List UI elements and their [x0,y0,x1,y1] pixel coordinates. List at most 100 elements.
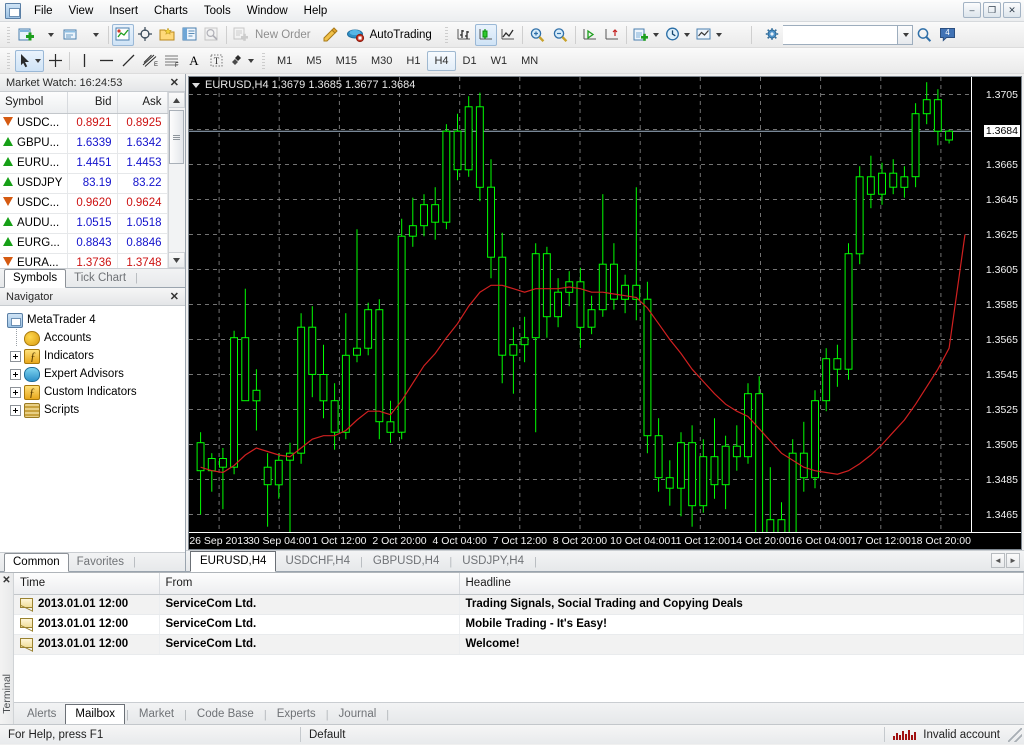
auto-scroll-button[interactable] [579,24,601,46]
chart-window[interactable]: EURUSD,H4 1.3679 1.3685 1.3677 1.3684 1.… [188,76,1022,550]
navigator-button[interactable] [156,24,179,46]
menu-item-window[interactable]: Window [239,2,296,20]
candlestick-chart-button[interactable] [474,23,497,46]
mailbox-list[interactable]: Time From Headline 2013.01.01 12:00 Servi… [14,573,1024,703]
chart-shift-button[interactable] [601,24,623,46]
resize-grip[interactable] [1008,727,1022,742]
status-connection[interactable]: Invalid account [885,725,1008,745]
symbol-cell[interactable]: EURG... [0,233,68,254]
vertical-line-tool-button[interactable] [73,50,95,72]
market-watch-scrollbar[interactable] [167,92,185,268]
bar-chart-button[interactable] [453,24,475,46]
period-select-button[interactable] [662,24,693,46]
notifications-icon[interactable]: 4 [936,24,959,46]
symbol-cell[interactable]: USDC... [0,113,68,134]
column-header-ask[interactable]: Ask [117,92,168,114]
expand-icon[interactable] [10,368,21,380]
period-h4-button[interactable]: H4 [427,50,456,71]
symbol-cell[interactable]: EURU... [0,153,68,174]
tree-root-metatrader[interactable]: MetaTrader 4 [6,311,185,329]
zoom-in-button[interactable] [526,24,549,46]
chart-tab-scroll-right[interactable]: ► [1006,553,1020,568]
period-m15-button[interactable]: M15 [329,51,364,71]
period-mn-button[interactable]: MN [514,51,545,71]
table-row[interactable]: EURG... 0.8843 0.8846 [0,233,168,254]
menu-item-file[interactable]: File [26,2,61,20]
minimize-button[interactable]: – [963,2,981,18]
expand-icon[interactable] [10,350,21,362]
column-header-from[interactable]: From [159,573,460,595]
period-d1-button[interactable]: D1 [456,51,484,71]
scroll-up-icon[interactable] [168,92,185,108]
table-row[interactable]: USDC... 0.8921 0.8925 [0,113,168,134]
symbol-cell[interactable]: EURA... [0,253,68,268]
tab-favorites[interactable]: Favorites [69,554,132,571]
time-axis[interactable]: 26 Sep 2013 30 Sep 04:00 1 Oct 12:00 2 Oct … [189,532,1021,549]
period-w1-button[interactable]: W1 [484,51,515,71]
text-tool-button[interactable]: A [183,50,205,72]
profiles-button[interactable] [60,24,83,46]
scroll-down-icon[interactable] [168,252,185,268]
market-watch-close-icon[interactable]: ✕ [168,76,181,89]
toolbar-grip-4[interactable] [260,50,267,71]
table-row[interactable]: EURA... 1.3736 1.3748 [0,253,168,268]
column-header-time[interactable]: Time [14,573,160,595]
toolbar-grip[interactable] [5,24,12,45]
menu-item-view[interactable]: View [61,2,102,20]
navigator-item-indicators[interactable]: Indicators [6,347,185,365]
menu-item-charts[interactable]: Charts [146,2,196,20]
new-chart-button[interactable] [15,24,38,46]
strategy-tester-button[interactable] [201,24,223,46]
terminal-tab-alerts[interactable]: Alerts [18,705,65,724]
table-row[interactable]: 2013.01.01 12:00 ServiceCom Ltd. Trading S… [14,594,1024,615]
menu-item-help[interactable]: Help [296,2,336,20]
terminal-tab-mailbox[interactable]: Mailbox [65,704,126,725]
shapes-tool-button[interactable] [227,50,257,72]
chart-tab-gbpusd[interactable]: GBPUSD,H4 [364,552,448,571]
navigator-close-icon[interactable]: ✕ [168,290,181,303]
templates-button[interactable] [693,24,725,46]
symbol-cell[interactable]: USDJPY [0,173,68,194]
period-m30-button[interactable]: M30 [364,51,399,71]
new-chart-dropdown[interactable] [38,24,60,46]
navigator-item-custom-indicators[interactable]: Custom Indicators [6,383,185,401]
menu-item-tools[interactable]: Tools [196,2,239,20]
expand-icon[interactable] [10,386,21,398]
terminal-tab-code-base[interactable]: Code Base [188,705,263,724]
chart-tab-usdchf[interactable]: USDCHF,H4 [276,552,359,571]
table-row[interactable]: GBPU... 1.6339 1.6342 [0,133,168,154]
table-row[interactable]: USDC... 0.9620 0.9624 [0,193,168,214]
column-header-bid[interactable]: Bid [67,92,118,114]
label-tool-button[interactable]: T [205,50,227,72]
new-order-button[interactable]: New Order [230,24,319,46]
zoom-out-button[interactable] [549,24,572,46]
chart-tab-usdjpy[interactable]: USDJPY,H4 [453,552,533,571]
search-submit-icon[interactable] [913,24,936,46]
navigator-item-expert-advisors[interactable]: Expert Advisors [6,365,185,383]
period-m5-button[interactable]: M5 [299,51,328,71]
tab-common[interactable]: Common [4,553,69,572]
search-input[interactable] [782,24,898,45]
market-watch-button[interactable] [112,23,134,46]
symbol-cell[interactable]: USDC... [0,193,68,214]
trendline-tool-button[interactable] [117,50,139,72]
table-row[interactable]: 2013.01.01 12:00 ServiceCom Ltd. Welcome! [14,634,1024,655]
navigator-item-accounts[interactable]: Accounts [6,329,185,347]
metaeditor-button[interactable] [319,24,343,46]
period-h1-button[interactable]: H1 [399,51,427,71]
equidistant-channel-tool-button[interactable]: E [139,50,161,72]
terminal-button[interactable] [179,24,201,46]
data-window-button[interactable] [134,24,156,46]
cursor-tool-button[interactable] [15,49,44,72]
terminal-tab-journal[interactable]: Journal [330,705,386,724]
search-box[interactable]: 4 [761,24,959,46]
crosshair-tool-button[interactable] [44,50,66,72]
line-chart-button[interactable] [497,24,519,46]
scroll-thumb[interactable] [169,110,184,164]
fibonacci-tool-button[interactable]: F [161,50,183,72]
horizontal-line-tool-button[interactable] [95,50,117,72]
toolbar-grip-2[interactable] [442,24,450,45]
terminal-tab-market[interactable]: Market [130,705,183,724]
restore-button[interactable]: ❐ [983,2,1001,18]
chart-tab-eurusd[interactable]: EURUSD,H4 [190,551,277,572]
